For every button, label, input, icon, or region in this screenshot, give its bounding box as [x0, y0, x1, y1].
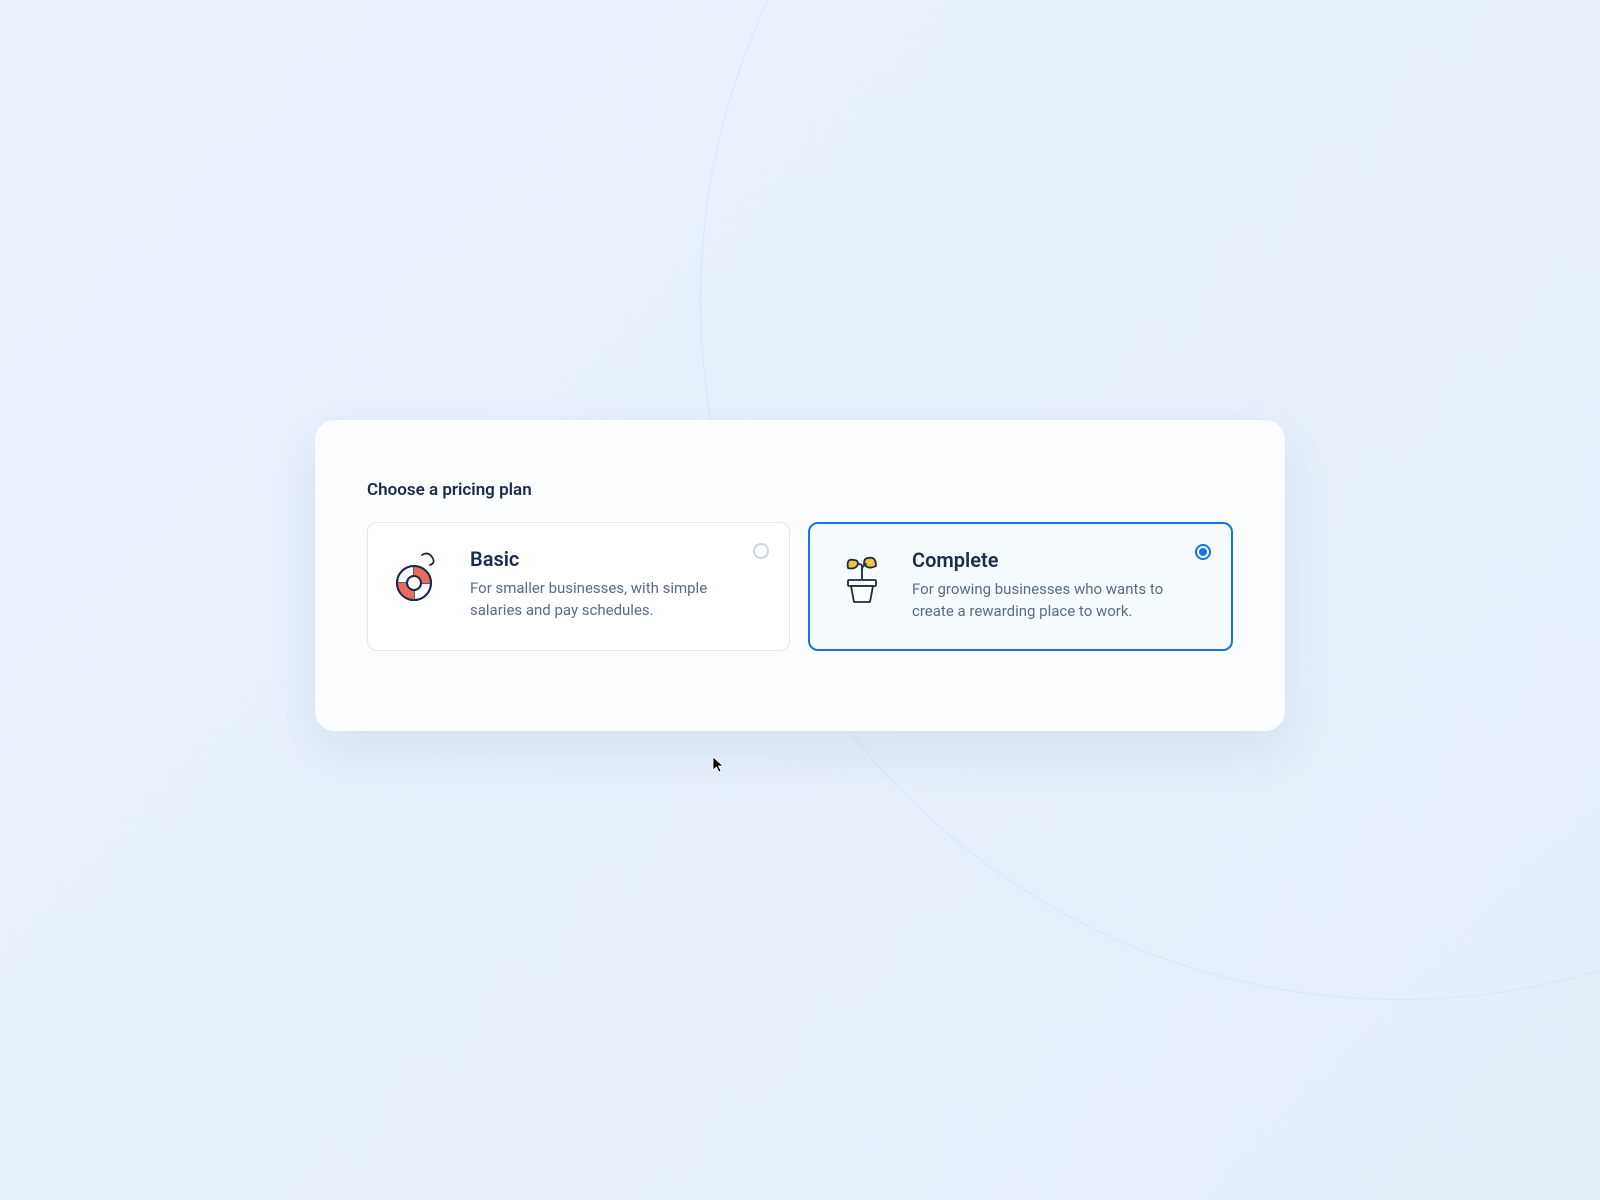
plans-container: Basic For smaller businesses, with simpl… — [367, 522, 1233, 651]
plan-text: Complete For growing businesses who want… — [912, 548, 1207, 623]
plan-text: Basic For smaller businesses, with simpl… — [470, 547, 765, 622]
card-heading: Choose a pricing plan — [367, 480, 1233, 500]
plan-description: For smaller businesses, with simple sala… — [470, 577, 735, 622]
pricing-card: Choose a pricing plan — [315, 420, 1285, 731]
radio-indicator-complete[interactable] — [1195, 544, 1211, 560]
plan-option-complete[interactable]: Complete For growing businesses who want… — [808, 522, 1233, 651]
plan-description: For growing businesses who wants to crea… — [912, 578, 1177, 623]
plan-title: Basic — [470, 547, 735, 571]
plan-title: Complete — [912, 548, 1177, 572]
lifebuoy-icon — [392, 549, 448, 605]
potted-plant-icon — [834, 550, 890, 606]
radio-indicator-basic[interactable] — [753, 543, 769, 559]
mouse-cursor — [712, 756, 726, 778]
plan-option-basic[interactable]: Basic For smaller businesses, with simpl… — [367, 522, 790, 651]
